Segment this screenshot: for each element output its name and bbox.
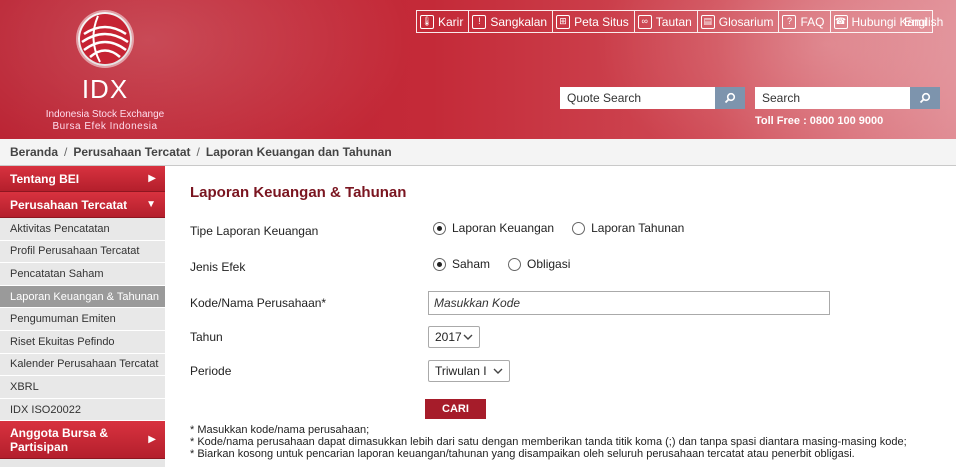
kode-perusahaan-input[interactable]	[428, 291, 830, 315]
topnav-karir[interactable]: 🌡 Karir	[417, 11, 470, 32]
sidebar-item-pencatatan-saham[interactable]: Pencatatan Saham	[0, 263, 165, 286]
topnav-peta-situs[interactable]: ⊞ Peta Situs	[553, 11, 635, 32]
chevron-right-icon: ▶	[148, 173, 156, 184]
logo-subtitle-en: Indonesia Stock Exchange	[45, 109, 165, 120]
radio-indicator	[508, 257, 522, 271]
sidebar-item-profil-perusahaan[interactable]: Profil Perusahaan Tercatat	[0, 240, 165, 264]
sidebar-item-iso20022[interactable]: IDX ISO20022	[0, 398, 165, 422]
thermometer-icon: 🌡	[420, 14, 434, 29]
main-content: Laporan Keuangan & Tahunan Tipe Laporan …	[165, 166, 956, 467]
radio-selected-indicator	[433, 257, 446, 271]
phone-icon: ☎	[833, 14, 848, 29]
sidebar-item-riset-ekuitas[interactable]: Riset Ekuitas Pefindo	[0, 330, 165, 354]
sidebar-item-pengumuman-emiten[interactable]: Pengumuman Emiten	[0, 308, 165, 331]
note-line: * Kode/nama perusahaan dapat dimasukkan …	[190, 436, 907, 448]
tahun-label: Tahun	[190, 330, 223, 344]
language-switch[interactable]: English	[904, 15, 943, 29]
chevron-down-icon	[493, 368, 503, 374]
search-icon	[724, 92, 736, 104]
idx-logo[interactable]: IDX Indonesia Stock Exchange Bursa Efek …	[40, 8, 170, 132]
sitemap-icon: ⊞	[556, 14, 571, 29]
toll-free-number: Toll Free : 0800 100 9000	[755, 115, 884, 127]
radio-selected-indicator	[433, 221, 446, 235]
site-header: IDX Indonesia Stock Exchange Bursa Efek …	[0, 0, 956, 139]
jenis-efek-radio-group: Saham Obligasi	[433, 257, 588, 271]
chevron-down-icon: ▼	[146, 199, 156, 210]
sidebar-section-perusahaan-tercatat[interactable]: Perusahaan Tercatat ▼	[0, 192, 165, 218]
note-line: * Biarkan kosong untuk pencarian laporan…	[190, 448, 855, 460]
breadcrumb-perusahaan-tercatat[interactable]: Perusahaan Tercatat	[73, 145, 190, 159]
logo-subtitle-id: Bursa Efek Indonesia	[52, 121, 158, 132]
sidebar-section-anggota-bursa[interactable]: Anggota Bursa & Partisipan ▶	[0, 421, 165, 460]
note-line: * Masukkan kode/nama perusahaan;	[190, 424, 370, 436]
page-title: Laporan Keuangan & Tahunan	[190, 184, 407, 201]
tipe-laporan-label: Tipe Laporan Keuangan	[190, 224, 319, 238]
sidebar: Tentang BEI ▶ Perusahaan Tercatat ▼ Akti…	[0, 166, 165, 467]
tipe-laporan-radio-group: Laporan Keuangan Laporan Tahunan	[433, 221, 702, 235]
quote-search-input[interactable]	[560, 87, 715, 109]
sidebar-item-xbrl[interactable]: XBRL	[0, 376, 165, 399]
link-icon: ∞	[637, 14, 652, 29]
periode-label: Periode	[190, 364, 232, 378]
quote-search	[560, 87, 745, 109]
radio-laporan-keuangan[interactable]: Laporan Keuangan	[433, 221, 554, 235]
breadcrumb-beranda[interactable]: Beranda	[10, 145, 58, 159]
topnav-faq[interactable]: ? FAQ	[779, 11, 831, 32]
question-icon: ?	[782, 14, 797, 29]
sidebar-section-tentang-bei[interactable]: Tentang BEI ▶	[0, 166, 165, 192]
exclamation-icon: !	[472, 14, 487, 29]
radio-saham[interactable]: Saham	[433, 257, 490, 271]
breadcrumb-current[interactable]: Laporan Keuangan dan Tahunan	[206, 145, 392, 159]
site-search-input[interactable]	[755, 87, 910, 109]
sidebar-item-kalender[interactable]: Kalender Perusahaan Tercatat	[0, 353, 165, 377]
radio-obligasi[interactable]: Obligasi	[508, 257, 570, 271]
search-icon	[919, 92, 931, 104]
site-search	[755, 87, 940, 109]
site-search-button[interactable]	[910, 87, 940, 109]
radio-indicator	[572, 221, 586, 235]
top-navigation: 🌡 Karir ! Sangkalan ⊞ Peta Situs ∞ Tauta…	[416, 10, 933, 33]
jenis-efek-label: Jenis Efek	[190, 260, 246, 274]
cari-button[interactable]: CARI	[425, 399, 486, 419]
quote-search-button[interactable]	[715, 87, 745, 109]
breadcrumb: Beranda / Perusahaan Tercatat / Laporan …	[0, 139, 956, 166]
kode-perusahaan-label: Kode/Nama Perusahaan*	[190, 296, 327, 310]
radio-laporan-tahunan[interactable]: Laporan Tahunan	[572, 221, 684, 235]
logo-title: IDX	[81, 74, 129, 104]
topnav-sangkalan[interactable]: ! Sangkalan	[469, 11, 554, 32]
book-icon: ▤	[700, 14, 715, 29]
sidebar-item-aktivitas-pencatatan[interactable]: Aktivitas Pencatatan	[0, 218, 165, 241]
tahun-select[interactable]: 2017	[428, 326, 480, 348]
form-notes: * Masukkan kode/nama perusahaan; * Kode/…	[190, 424, 907, 460]
globe-icon	[78, 12, 132, 66]
chevron-right-icon: ▶	[148, 434, 156, 446]
periode-select[interactable]: Triwulan I	[428, 360, 510, 382]
topnav-tautan[interactable]: ∞ Tautan	[635, 11, 698, 32]
topnav-glosarium[interactable]: ▤ Glosarium	[698, 11, 780, 32]
sidebar-item-laporan-keuangan[interactable]: Laporan Keuangan & Tahunan	[0, 285, 165, 309]
chevron-down-icon	[463, 334, 473, 340]
